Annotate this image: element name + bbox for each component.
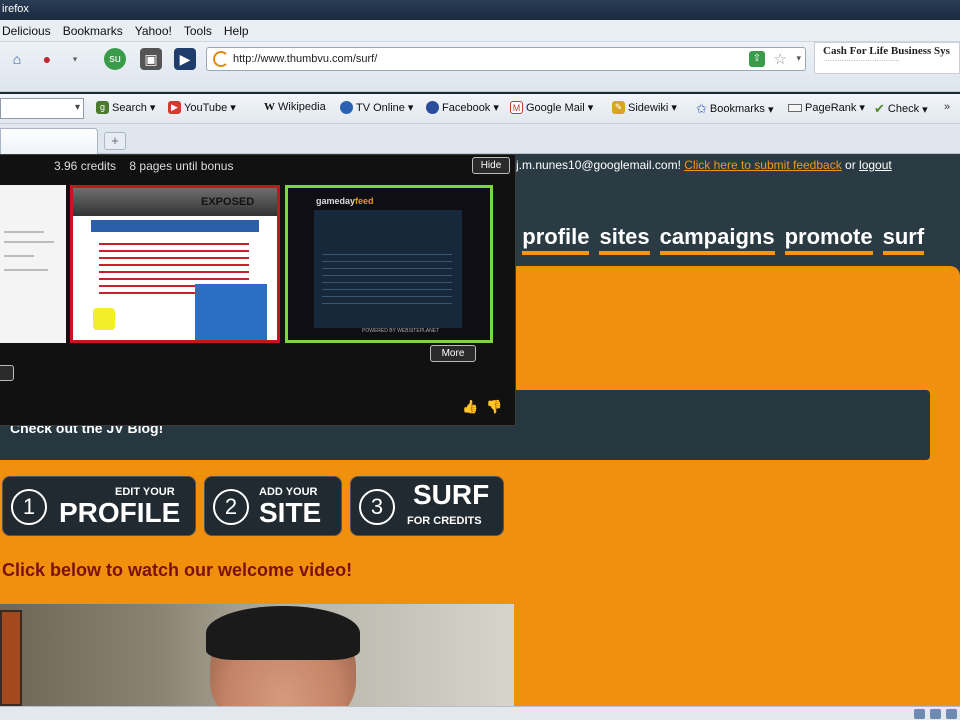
bonus-count: 8 pages until bonus — [129, 159, 234, 173]
star-icon[interactable]: ☆ — [774, 50, 787, 68]
menu-yahoo[interactable]: Yahoo! — [135, 24, 172, 38]
thumb-footer: POWERED BY WEBSITEPLANET — [362, 328, 440, 334]
left-button[interactable] — [0, 365, 14, 381]
site-thumbnail-3[interactable]: gamedayfeed POWERED BY WEBSITEPLANET — [285, 185, 493, 343]
status-icon[interactable] — [914, 709, 925, 719]
chevron-right-icon[interactable]: » — [944, 101, 950, 113]
or-text: or — [845, 158, 856, 172]
wikipedia-icon: W — [264, 101, 275, 113]
logout-link[interactable]: logout — [859, 158, 892, 172]
bookmark-search[interactable]: g Search ▾ — [96, 101, 155, 114]
sidewiki-icon: ✎ — [612, 101, 625, 114]
refresh-icon[interactable] — [213, 51, 229, 67]
navigation-toolbar: ⌂ ● ▾ su ▣ ▶ http://www.thumbvu.com/surf… — [0, 42, 960, 92]
new-tab-button[interactable]: + — [104, 132, 126, 150]
status-bar — [0, 706, 960, 720]
bookmark-bookmarks[interactable]: ✩ Bookmarks ▾ — [696, 101, 773, 117]
gmail-icon: M — [510, 101, 523, 114]
address-text: http://www.thumbvu.com/surf/ — [233, 53, 378, 65]
more-button[interactable]: More — [430, 345, 476, 362]
youtube-icon: ▶ — [168, 101, 181, 114]
chevron-down-icon[interactable]: ▾ — [64, 48, 86, 70]
share-icon[interactable]: ⇧ — [749, 51, 765, 67]
site-thumbnail-2[interactable]: EXPOSED — [70, 185, 280, 343]
stumbleupon-icon[interactable]: su — [104, 48, 126, 70]
status-icon[interactable] — [930, 709, 941, 719]
menu-tools[interactable]: Tools — [184, 24, 212, 38]
bookmark-tv-online[interactable]: TV Online ▾ — [340, 101, 413, 114]
bookmark-google-mail[interactable]: M Google Mail ▾ — [510, 101, 593, 114]
facebook-icon — [426, 101, 439, 114]
menu-help[interactable]: Help — [224, 24, 249, 38]
addon-icon[interactable]: ● — [36, 48, 58, 70]
nav-promote[interactable]: promote — [784, 224, 873, 255]
check-icon: ✔ — [874, 101, 885, 116]
bookmarks-toolbar: gSearch ▾ ▶YouTube ▾ WWikipedia TV Onlin… — [0, 94, 960, 124]
menu-delicious[interactable]: Delicious — [2, 24, 51, 38]
nav-surf[interactable]: surf — [882, 224, 925, 255]
bookmark-youtube[interactable]: ▶ YouTube ▾ — [168, 101, 236, 114]
menu-bookmarks[interactable]: Bookmarks — [63, 24, 123, 38]
step-add-site-button[interactable]: 2 ADD YOUR SITE — [204, 476, 342, 536]
pagerank-icon — [788, 103, 802, 112]
video-person-hair — [206, 606, 360, 660]
thumbs-down-icon[interactable]: 👎 — [486, 399, 502, 415]
credits-status: 3.96 credits 8 pages until bonus — [54, 159, 233, 173]
thumbs-up-icon[interactable]: 👍 — [462, 399, 478, 415]
step-big-label: SURF — [413, 479, 490, 510]
search-icon: g — [96, 101, 109, 114]
nav-profile[interactable]: profile — [522, 224, 590, 255]
site-thumbnail-1[interactable] — [0, 185, 66, 343]
status-icon[interactable] — [946, 709, 957, 719]
search-ad-box[interactable]: Cash For Life Business Sys ·············… — [814, 42, 960, 74]
tv-icon — [340, 101, 353, 114]
nav-sites[interactable]: sites — [599, 224, 650, 255]
step-number: 1 — [11, 489, 47, 525]
address-bar[interactable]: http://www.thumbvu.com/surf/ ⇧ ☆ ▾ — [206, 47, 806, 71]
search-input[interactable] — [0, 98, 84, 119]
step-number: 2 — [213, 489, 249, 525]
surf-overlay-panel: 3.96 credits 8 pages until bonus Hide EX… — [0, 154, 516, 426]
feedback-link[interactable]: Click here to submit feedback — [684, 158, 841, 172]
credits-count: 3.96 credits — [54, 159, 117, 173]
step-edit-profile-button[interactable]: 1 EDIT YOUR PROFILE — [2, 476, 196, 536]
thumb-title: EXPOSED — [201, 196, 255, 208]
bookmark-check[interactable]: ✔ Check ▾ — [874, 101, 928, 117]
window-title-bar: irefox — [0, 0, 960, 20]
star-icon: ✩ — [696, 101, 707, 116]
step-surf-button[interactable]: 3 SURF FOR CREDITS — [350, 476, 504, 536]
play-icon[interactable]: ▶ — [174, 48, 196, 70]
hide-button[interactable]: Hide — [472, 157, 510, 174]
bookmark-pagerank[interactable]: PageRank ▾ — [788, 101, 865, 114]
ad-subtext: ································· — [823, 57, 900, 65]
main-nav: e profile sites campaigns promote surf — [488, 224, 925, 255]
page-content: j.m.nunes10@googlemail.com! Click here t… — [0, 154, 960, 706]
video-background-frame — [0, 610, 22, 706]
tab-strip: + — [0, 124, 960, 154]
tab-active[interactable] — [0, 128, 98, 154]
window-title: irefox — [2, 3, 29, 15]
step-big-label: PROFILE — [59, 497, 181, 528]
step-small-label: FOR CREDITS — [407, 515, 482, 527]
nav-campaigns[interactable]: campaigns — [659, 224, 775, 255]
user-info-line: j.m.nunes10@googlemail.com! Click here t… — [516, 158, 892, 172]
bookmark-facebook[interactable]: Facebook ▾ — [426, 101, 499, 114]
step-big-label: SITE — [259, 497, 322, 528]
thumb-title: gamedayfeed — [316, 196, 374, 206]
step-number: 3 — [359, 489, 395, 525]
chevron-down-icon[interactable]: ▾ — [796, 53, 801, 64]
screenshot-icon[interactable]: ▣ — [140, 48, 162, 70]
ad-title: Cash For Life Business Sys — [823, 45, 950, 57]
bookmark-sidewiki[interactable]: ✎ Sidewiki ▾ — [612, 101, 677, 114]
menu-bar: Delicious Bookmarks Yahoo! Tools Help — [0, 20, 960, 42]
home-icon[interactable]: ⌂ — [6, 48, 28, 70]
welcome-heading: Click below to watch our welcome video! — [2, 560, 353, 580]
user-email: j.m.nunes10@googlemail.com! — [516, 158, 681, 172]
bookmark-wikipedia[interactable]: W Wikipedia — [264, 101, 326, 113]
